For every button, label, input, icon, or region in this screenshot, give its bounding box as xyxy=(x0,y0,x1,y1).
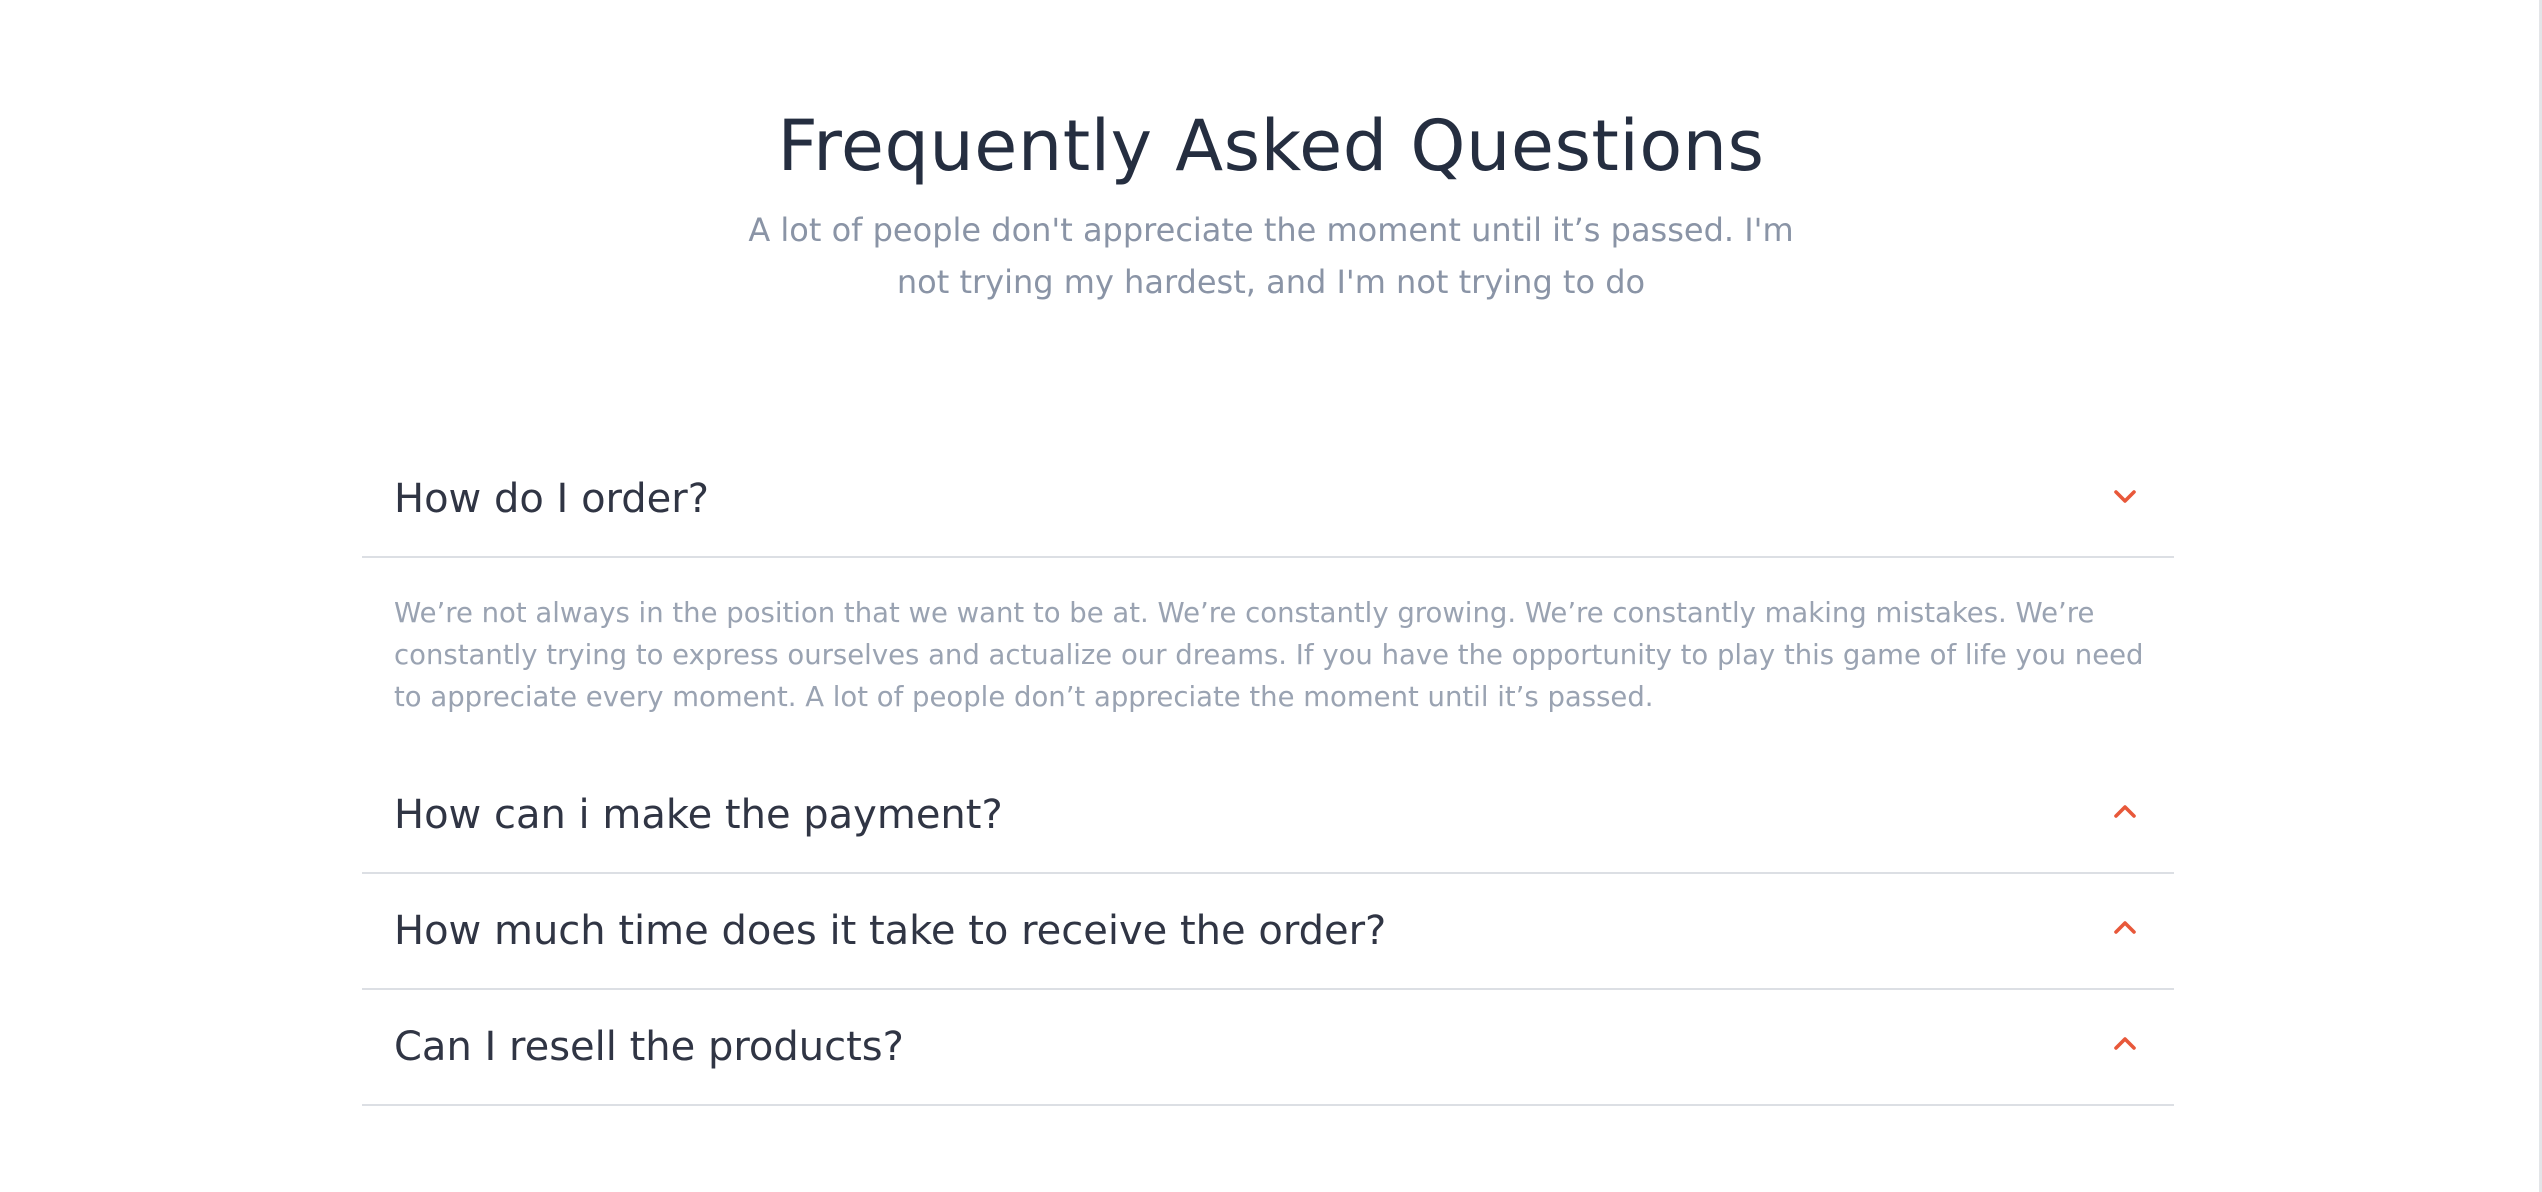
faq-question: Can I resell the products? xyxy=(394,1024,904,1070)
faq-toggle-resell[interactable]: Can I resell the products? xyxy=(362,990,2174,1106)
faq-header: Frequently Asked Questions A lot of peop… xyxy=(0,96,2542,308)
page-subtitle: A lot of people don't appreciate the mom… xyxy=(748,211,1794,301)
chevron-up-icon[interactable] xyxy=(2110,918,2140,938)
faq-toggle-delivery-time[interactable]: How much time does it take to receive th… xyxy=(362,874,2174,990)
faq-item-payment: How can i make the payment? xyxy=(362,758,2174,874)
page: Frequently Asked Questions A lot of peop… xyxy=(0,0,2542,1192)
faq-item-resell: Can I resell the products? xyxy=(362,990,2174,1106)
faq-item-delivery-time: How much time does it take to receive th… xyxy=(362,874,2174,990)
faq-item-order: How do I order? We’re not always in the … xyxy=(362,440,2174,758)
chevron-down-icon[interactable] xyxy=(2110,486,2140,506)
faq-toggle-order[interactable]: How do I order? xyxy=(362,440,2174,558)
faq-answer: We’re not always in the position that we… xyxy=(394,597,2144,713)
faq-question: How much time does it take to receive th… xyxy=(394,908,1387,954)
chevron-up-icon[interactable] xyxy=(2110,802,2140,822)
faq-toggle-payment[interactable]: How can i make the payment? xyxy=(362,758,2174,874)
faq-question: How do I order? xyxy=(394,476,709,522)
page-title: Frequently Asked Questions xyxy=(777,105,1765,187)
chevron-up-icon[interactable] xyxy=(2110,1034,2140,1054)
faq-question: How can i make the payment? xyxy=(394,792,1003,838)
faq-accordion: How do I order? We’re not always in the … xyxy=(362,440,2174,1106)
